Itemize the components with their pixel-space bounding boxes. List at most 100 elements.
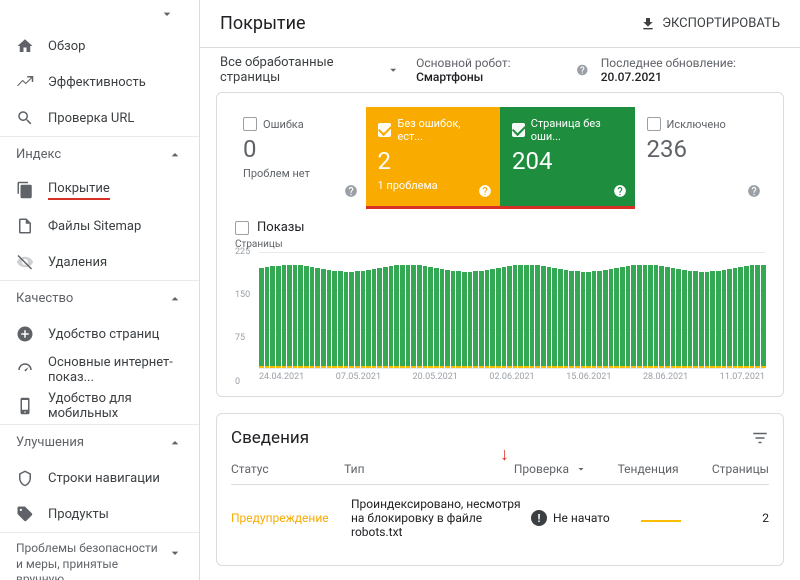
sidebar-section-index[interactable]: Индекс bbox=[0, 136, 199, 172]
home-icon bbox=[16, 37, 34, 55]
dropdown-label: Все обработанные страницы bbox=[220, 55, 380, 85]
sidebar-label: Проверка URL bbox=[48, 111, 134, 126]
chart-bars bbox=[259, 252, 765, 368]
property-selector[interactable] bbox=[0, 0, 199, 28]
cell-status: Предупреждение bbox=[231, 511, 351, 525]
tab-excluded[interactable]: Исключено 236 bbox=[635, 107, 770, 206]
help-icon[interactable] bbox=[747, 184, 761, 198]
cell-pages: 2 bbox=[741, 511, 769, 525]
status-tabs: Ошибка 0 Проблем нет Без ошибок, ест... … bbox=[231, 107, 769, 206]
tab-warning[interactable]: Без ошибок, ест... 2 1 проблема bbox=[366, 107, 501, 206]
sidebar-item-cwv[interactable]: Основные интернет-показ... bbox=[0, 352, 199, 388]
details-title: Сведения bbox=[231, 428, 309, 448]
tab-valid[interactable]: Страница без оши... 204 bbox=[500, 107, 635, 206]
robot-label: Основной робот: Смартфоны bbox=[416, 56, 564, 84]
chevron-down-icon bbox=[167, 545, 183, 561]
main-content: Покрытие ЭКСПОРТИРОВАТЬ Все обработанные… bbox=[200, 0, 800, 580]
search-icon bbox=[16, 109, 34, 127]
help-icon[interactable] bbox=[576, 63, 589, 77]
chevron-up-icon bbox=[167, 291, 183, 307]
section-title: Проблемы безопасности и меры, принятые в… bbox=[16, 541, 167, 580]
coverage-chart: 225 150 75 0 24.04.202107.05.202120.05.2… bbox=[235, 252, 765, 382]
tab-value: 2 bbox=[378, 147, 489, 175]
sidebar-item-page-experience[interactable]: Удобство страниц bbox=[0, 316, 199, 352]
sidebar-label: Удобство для мобильных bbox=[48, 391, 183, 421]
col-trend[interactable]: Тенденция bbox=[618, 462, 712, 476]
download-icon bbox=[640, 16, 656, 32]
remove-icon bbox=[16, 253, 34, 271]
sidebar-label: Строки навигации bbox=[48, 471, 160, 486]
yaxis-title: Страницы bbox=[235, 239, 769, 250]
filter-icon[interactable] bbox=[751, 429, 769, 447]
section-title: Качество bbox=[16, 291, 73, 306]
help-icon[interactable] bbox=[613, 184, 627, 198]
doc-icon bbox=[16, 181, 34, 199]
tab-value: 204 bbox=[512, 147, 623, 175]
tab-value: 0 bbox=[243, 135, 354, 163]
sidebar-label: Обзор bbox=[48, 39, 85, 54]
sidebar-item-removals[interactable]: Удаления bbox=[0, 244, 199, 280]
trend-icon bbox=[16, 73, 34, 91]
checkbox-icon bbox=[647, 117, 661, 131]
sidebar-label: Основные интернет-показ... bbox=[48, 355, 183, 385]
trend-line-icon bbox=[641, 520, 681, 522]
sidebar-label: Файлы Sitemap bbox=[48, 219, 141, 234]
chevron-up-icon bbox=[167, 435, 183, 451]
sidebar-item-products[interactable]: Продукты bbox=[0, 496, 199, 532]
sidebar-label: Покрытие bbox=[48, 181, 110, 200]
tab-value: 236 bbox=[647, 135, 758, 163]
subheader: Все обработанные страницы Основной робот… bbox=[200, 48, 800, 92]
checkbox-checked-icon bbox=[512, 123, 525, 137]
sidebar-section-quality[interactable]: Качество bbox=[0, 280, 199, 316]
tab-sub: Проблем нет bbox=[243, 167, 354, 180]
export-label: ЭКСПОРТИРОВАТЬ bbox=[662, 16, 780, 31]
page-filter-dropdown[interactable]: Все обработанные страницы bbox=[220, 55, 400, 85]
checkbox-icon bbox=[243, 117, 257, 131]
page-header: Покрытие ЭКСПОРТИРОВАТЬ bbox=[200, 0, 800, 48]
tag-icon bbox=[16, 505, 34, 523]
sidebar-item-performance[interactable]: Эффективность bbox=[0, 64, 199, 100]
cell-type: Проиндексировано, несмотря на блокировку… bbox=[351, 497, 531, 539]
chevron-down-icon bbox=[159, 6, 175, 22]
plus-circle-icon bbox=[16, 325, 34, 343]
sitemap-icon bbox=[16, 217, 34, 235]
section-title: Улучшения bbox=[16, 435, 84, 450]
chevron-down-icon bbox=[386, 62, 400, 78]
col-check[interactable]: Проверка bbox=[514, 462, 618, 476]
export-button[interactable]: ЭКСПОРТИРОВАТЬ bbox=[640, 16, 780, 32]
sidebar-section-improvements[interactable]: Улучшения bbox=[0, 424, 199, 460]
chevron-up-icon bbox=[167, 147, 183, 163]
tab-error[interactable]: Ошибка 0 Проблем нет bbox=[231, 107, 366, 206]
table-row[interactable]: Предупреждение Проиндексировано, несмотр… bbox=[231, 485, 769, 551]
impressions-toggle[interactable]: Показы bbox=[235, 220, 769, 235]
help-icon[interactable] bbox=[344, 184, 358, 198]
page-title: Покрытие bbox=[220, 13, 306, 34]
updated-label: Последнее обновление: 20.07.2021 bbox=[601, 56, 780, 84]
sidebar-item-url-inspect[interactable]: Проверка URL bbox=[0, 100, 199, 136]
coverage-card: Ошибка 0 Проблем нет Без ошибок, ест... … bbox=[216, 92, 784, 397]
col-status[interactable]: Статус bbox=[231, 462, 344, 476]
sidebar-label: Удобство страниц bbox=[48, 327, 159, 342]
sidebar-section-security[interactable]: Проблемы безопасности и меры, принятые в… bbox=[0, 532, 199, 580]
sort-down-icon bbox=[575, 463, 587, 475]
sidebar-label: Эффективность bbox=[48, 75, 146, 90]
table-header: ↓ Статус Тип Проверка Тенденция Страницы bbox=[231, 462, 769, 485]
section-title: Индекс bbox=[16, 147, 61, 162]
col-type[interactable]: Тип bbox=[344, 462, 514, 476]
checkbox-checked-icon bbox=[378, 123, 392, 137]
cell-check: !Не начато bbox=[531, 510, 641, 526]
sidebar-item-mobile[interactable]: Удобство для мобильных bbox=[0, 388, 199, 424]
sidebar-item-breadcrumbs[interactable]: Строки навигации bbox=[0, 460, 199, 496]
sidebar-label: Удаления bbox=[48, 255, 107, 270]
help-icon[interactable] bbox=[478, 184, 492, 198]
sidebar-item-coverage[interactable]: Покрытие bbox=[0, 172, 199, 208]
sidebar-item-sitemaps[interactable]: Файлы Sitemap bbox=[0, 208, 199, 244]
mobile-icon bbox=[16, 397, 34, 415]
sidebar-item-overview[interactable]: Обзор bbox=[0, 28, 199, 64]
shows-label: Показы bbox=[257, 220, 304, 235]
info-badge-icon: ! bbox=[531, 510, 547, 526]
cell-trend bbox=[641, 511, 741, 525]
col-pages[interactable]: Страницы bbox=[712, 462, 769, 476]
checkbox-icon bbox=[235, 221, 249, 235]
sidebar: Обзор Эффективность Проверка URL Индекс … bbox=[0, 0, 200, 580]
